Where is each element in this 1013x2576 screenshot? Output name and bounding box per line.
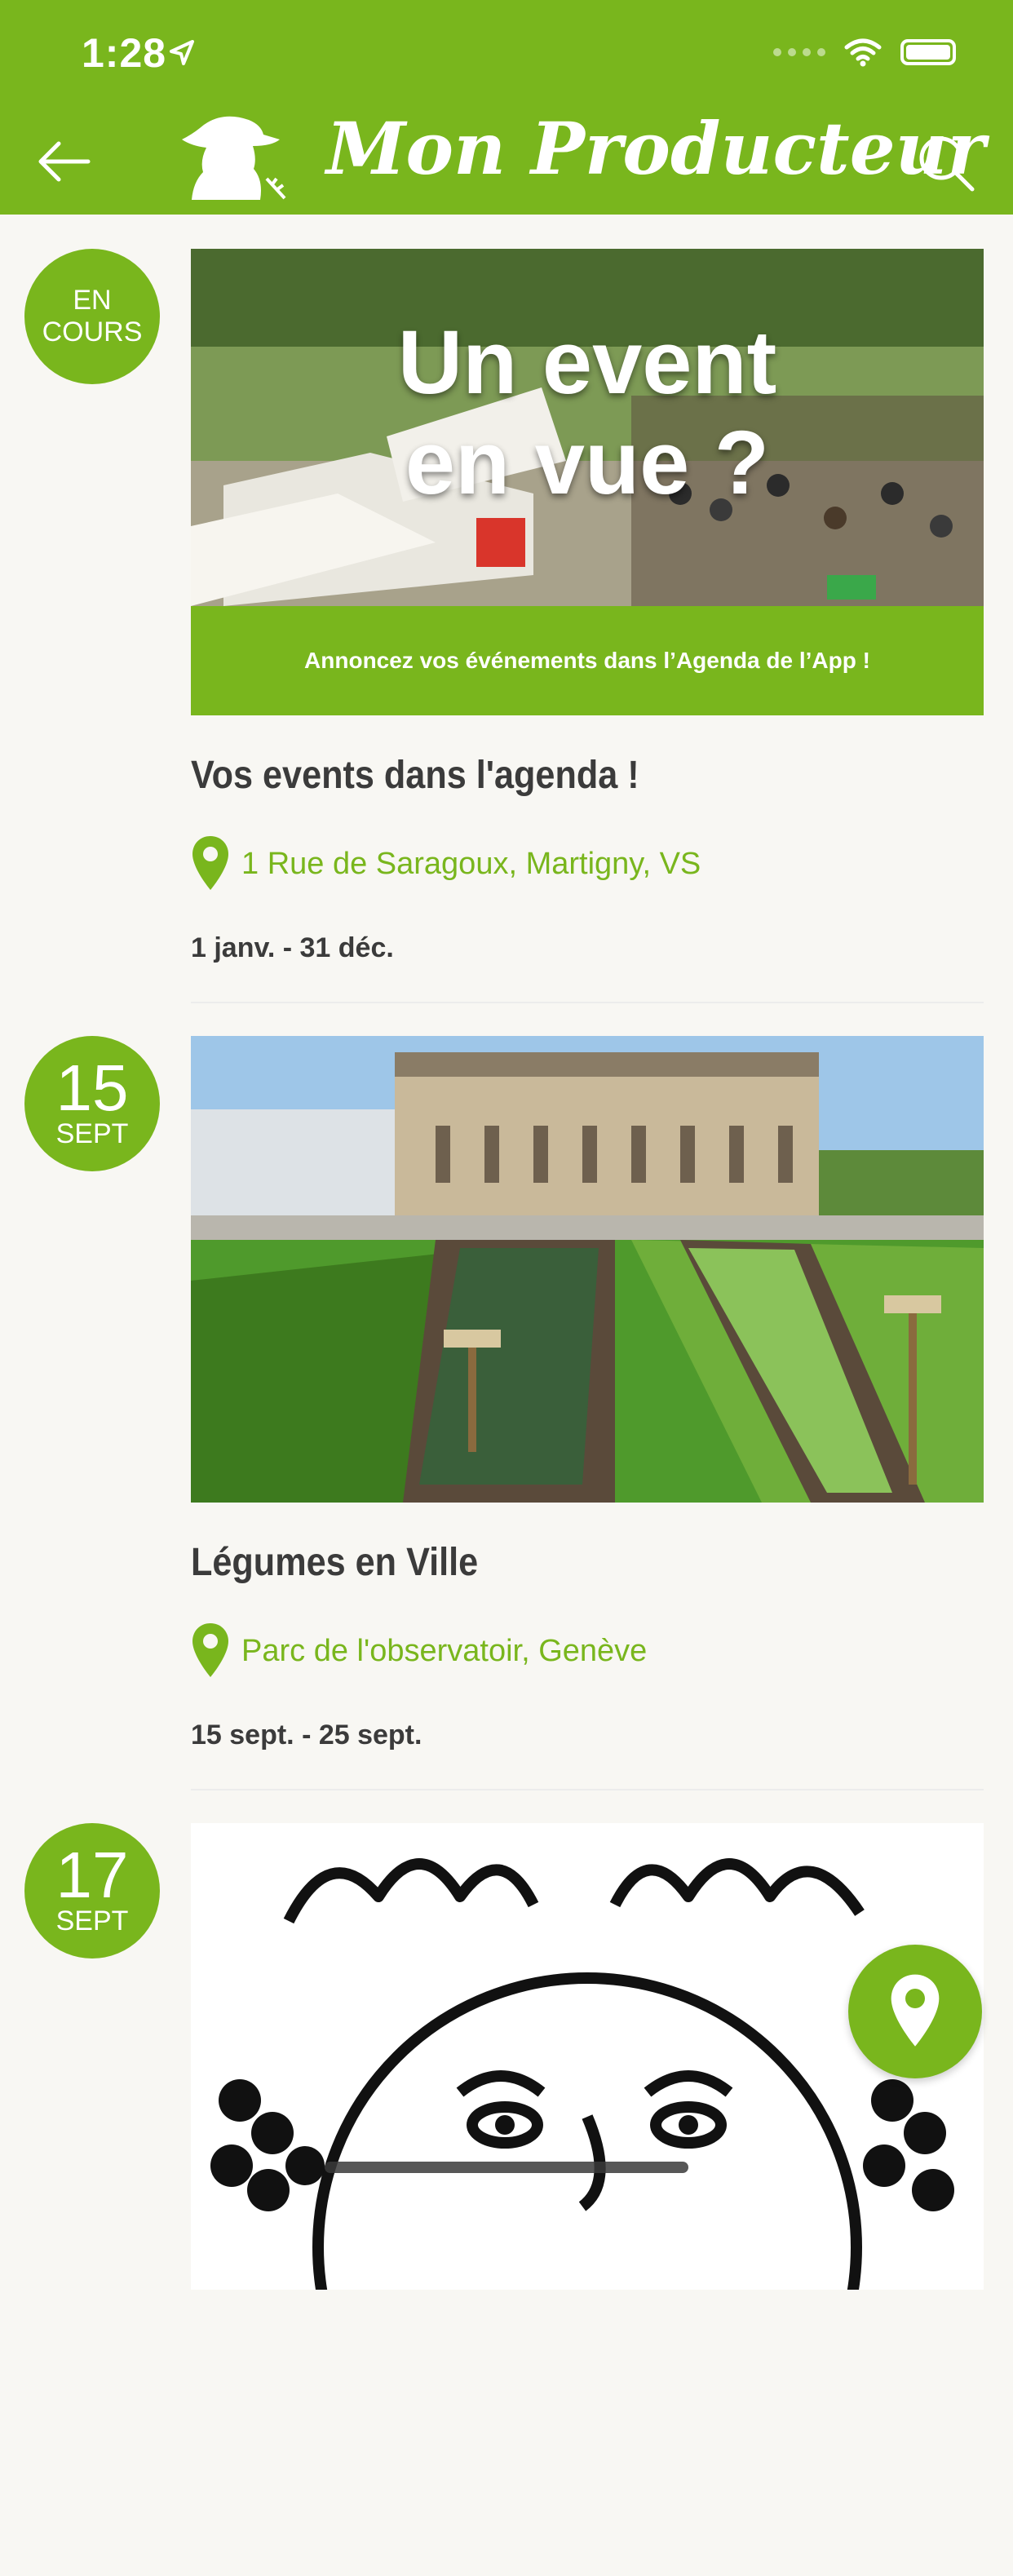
- promo-banner: Annoncez vos événements dans l’Agenda de…: [191, 606, 984, 715]
- badge-month: SEPT: [55, 1905, 129, 1937]
- promo-headline-1: Un event: [397, 312, 777, 413]
- signal-icon: [773, 48, 825, 56]
- event-card[interactable]: EN COURS Un event en vue ? Annoncez vos …: [0, 215, 1013, 1003]
- badge-day: 17: [55, 1839, 129, 1912]
- event-dates: 15 sept. - 25 sept.: [191, 1720, 422, 1751]
- event-card[interactable]: 15 SEPT Légumes en Ville Parc de l'obser…: [0, 1002, 1013, 1790]
- date-badge: 15 SEPT: [24, 1036, 160, 1171]
- battery-icon: [900, 39, 956, 65]
- location-text: Parc de l'observatoir, Genève: [241, 1633, 648, 1668]
- map-pin-icon: [192, 836, 228, 890]
- badge-line2: COURS: [42, 316, 143, 347]
- badge-day: 15: [55, 1051, 129, 1125]
- app-title: Mon Producteur: [326, 106, 986, 191]
- event-image[interactable]: [191, 1036, 984, 1503]
- status-time: 1:28: [82, 30, 167, 76]
- event-location[interactable]: Parc de l'observatoir, Genève: [191, 1622, 647, 1680]
- status-indicators: [773, 38, 956, 67]
- app-header: 1:28 Mon Producteur: [0, 0, 1013, 215]
- wifi-icon: [844, 38, 882, 67]
- event-card[interactable]: 17 SEPT: [0, 1789, 1013, 2576]
- back-arrow-icon[interactable]: [34, 131, 100, 196]
- date-badge: EN COURS: [24, 249, 160, 384]
- event-image[interactable]: Un event en vue ? Annoncez vos événement…: [191, 249, 984, 715]
- promo-headline-2: en vue ?: [405, 413, 770, 513]
- map-fab-button[interactable]: [848, 1945, 982, 2078]
- farmer-logo-icon: [182, 116, 286, 200]
- event-list: EN COURS Un event en vue ? Annoncez vos …: [0, 215, 1013, 2576]
- event-location[interactable]: 1 Rue de Saragoux, Martigny, VS: [191, 834, 701, 893]
- search-icon[interactable]: [913, 131, 979, 196]
- event-dates: 1 janv. - 31 déc.: [191, 932, 394, 963]
- badge-line1: EN: [73, 284, 112, 316]
- badge-month: SEPT: [55, 1118, 129, 1150]
- home-indicator: [325, 2162, 688, 2173]
- location-text: 1 Rue de Saragoux, Martigny, VS: [241, 846, 701, 881]
- garden-photo: [191, 1036, 984, 1503]
- event-title[interactable]: Vos events dans l'agenda !: [191, 753, 639, 798]
- map-pin-icon: [192, 1623, 228, 1677]
- event-title[interactable]: Légumes en Ville: [191, 1540, 478, 1585]
- location-arrow-icon: [170, 40, 194, 65]
- date-badge: 17 SEPT: [24, 1823, 160, 1959]
- map-pin-icon: [891, 1974, 940, 2047]
